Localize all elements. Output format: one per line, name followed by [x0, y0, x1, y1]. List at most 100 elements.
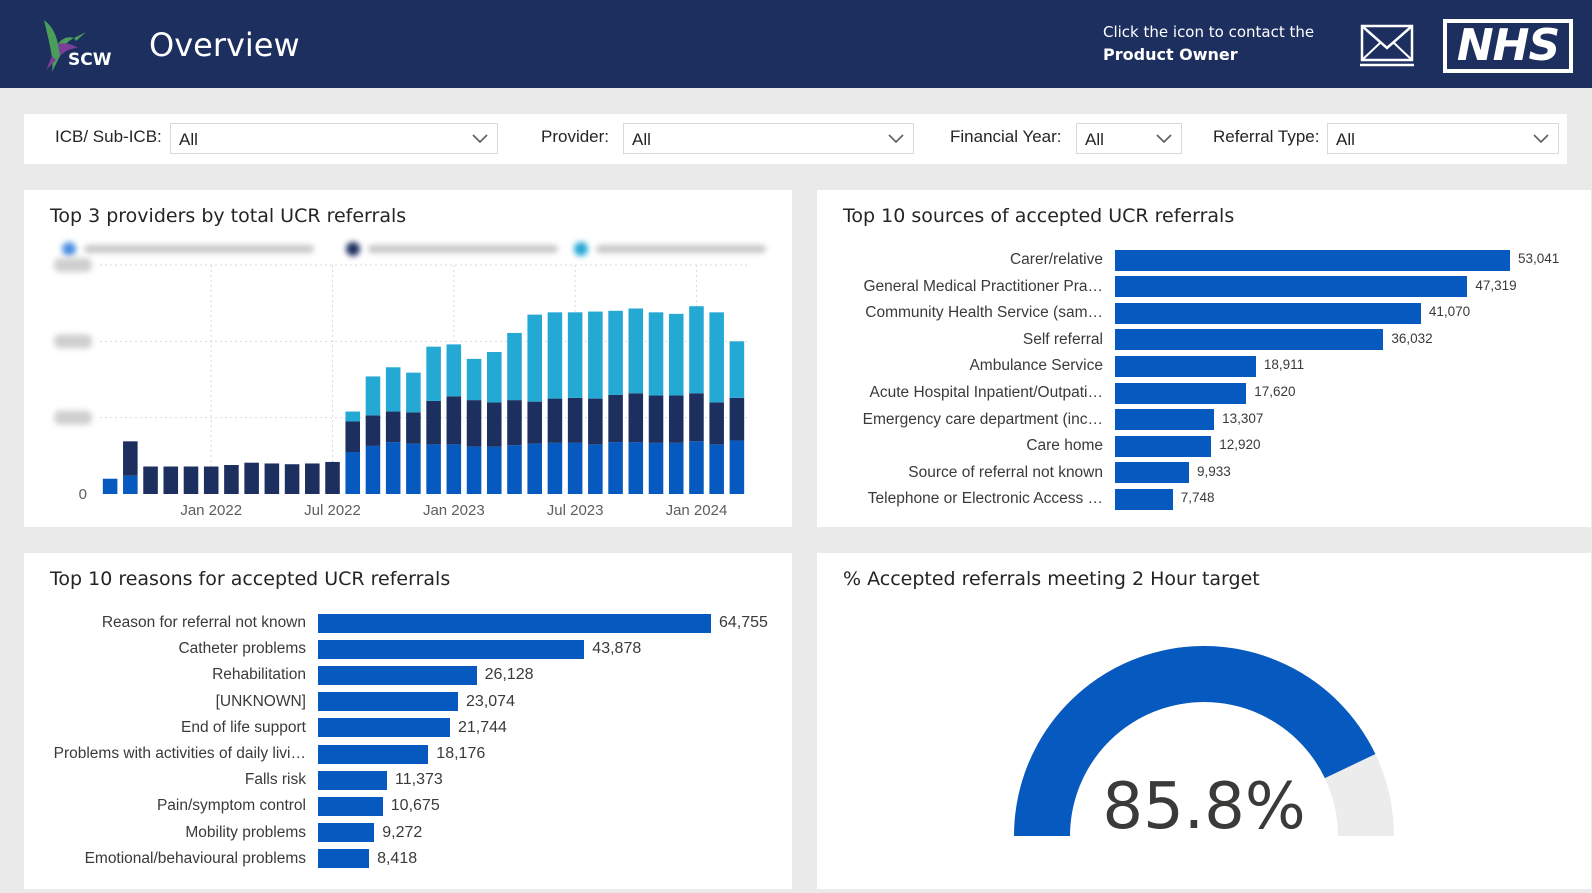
bar[interactable] — [318, 770, 388, 790]
bar[interactable] — [318, 796, 383, 816]
column-bar-segment[interactable] — [406, 372, 421, 413]
envelope-icon[interactable] — [1360, 22, 1414, 68]
column-bar-segment[interactable] — [123, 475, 138, 494]
column-bar-segment[interactable] — [426, 400, 441, 445]
column-bar-segment[interactable] — [486, 352, 502, 403]
bar[interactable] — [1115, 249, 1510, 271]
column-bar-segment[interactable] — [345, 411, 361, 422]
column-bar-segment[interactable] — [203, 466, 219, 494]
column-bar-segment[interactable] — [426, 444, 441, 494]
bar[interactable] — [1115, 302, 1421, 324]
column-bar-segment[interactable] — [689, 306, 704, 394]
column-bar-segment[interactable] — [345, 421, 361, 453]
column-bar-segment[interactable] — [668, 313, 684, 396]
column-bar-segment[interactable] — [406, 443, 421, 494]
column-bar-segment[interactable] — [689, 441, 704, 494]
financial-year-filter-dropdown[interactable]: All — [1076, 123, 1182, 154]
bar[interactable] — [1115, 409, 1215, 431]
provider-filter-dropdown[interactable]: All — [623, 123, 914, 154]
column-bar-segment[interactable] — [567, 397, 583, 443]
column-bar-segment[interactable] — [729, 440, 745, 494]
column-bar-segment[interactable] — [668, 395, 684, 443]
bar[interactable] — [318, 744, 429, 764]
bar[interactable] — [1115, 435, 1212, 457]
bar[interactable] — [318, 718, 450, 738]
column-bar-segment[interactable] — [507, 332, 522, 401]
column-bar-segment[interactable] — [527, 443, 542, 494]
column-bar-segment[interactable] — [608, 310, 623, 395]
referral-type-filter-dropdown[interactable]: All — [1327, 123, 1559, 154]
column-bar-segment[interactable] — [648, 395, 664, 443]
column-bar-segment[interactable] — [446, 444, 462, 494]
bar-category-label: Rehabilitation — [212, 666, 306, 684]
column-bar-segment[interactable] — [507, 445, 522, 494]
column-bar-segment[interactable] — [527, 401, 542, 444]
bar[interactable] — [1115, 488, 1173, 510]
column-bar-segment[interactable] — [466, 358, 482, 401]
bar[interactable] — [318, 823, 375, 843]
column-bar-segment[interactable] — [628, 442, 644, 494]
bar[interactable] — [318, 849, 370, 869]
column-bar-segment[interactable] — [729, 341, 745, 398]
column-bar-segment[interactable] — [224, 464, 239, 494]
column-bar-segment[interactable] — [446, 396, 462, 445]
column-bar-segment[interactable] — [567, 312, 583, 398]
column-bar-segment[interactable] — [547, 398, 563, 443]
bar[interactable] — [318, 613, 711, 633]
column-bar-segment[interactable] — [123, 441, 138, 476]
column-bar-segment[interactable] — [507, 400, 522, 446]
column-bar-segment[interactable] — [102, 478, 118, 494]
column-bar-segment[interactable] — [628, 393, 644, 443]
column-bar-segment[interactable] — [183, 466, 199, 494]
column-bar-segment[interactable] — [648, 312, 664, 396]
column-bar-segment[interactable] — [567, 442, 583, 494]
column-bar-segment[interactable] — [426, 346, 441, 401]
column-bar-segment[interactable] — [648, 442, 664, 494]
bar[interactable] — [318, 665, 477, 685]
column-bar-segment[interactable] — [486, 446, 502, 494]
column-bar-segment[interactable] — [547, 312, 563, 399]
column-bar-segment[interactable] — [365, 415, 381, 446]
column-bar-segment[interactable] — [709, 444, 724, 494]
column-bar-segment[interactable] — [163, 466, 179, 494]
column-bar-segment[interactable] — [365, 445, 381, 494]
column-bar-segment[interactable] — [143, 466, 158, 494]
column-bar-segment[interactable] — [588, 398, 603, 445]
column-bar-segment[interactable] — [668, 442, 684, 494]
column-bar-segment[interactable] — [547, 442, 563, 494]
column-bar-segment[interactable] — [466, 400, 482, 447]
column-bar-segment[interactable] — [588, 444, 603, 494]
column-bar-segment[interactable] — [729, 397, 745, 441]
column-bar-segment[interactable] — [406, 412, 421, 444]
bar-value-label: 9,933 — [1196, 463, 1231, 479]
bar[interactable] — [318, 692, 459, 712]
column-bar-segment[interactable] — [284, 464, 300, 494]
column-bar-segment[interactable] — [446, 344, 462, 397]
bar[interactable] — [1115, 355, 1256, 377]
icb-filter-dropdown[interactable]: All — [170, 123, 498, 154]
column-bar-segment[interactable] — [628, 308, 644, 394]
column-bar-segment[interactable] — [588, 311, 603, 399]
bar[interactable] — [318, 639, 585, 659]
column-bar-segment[interactable] — [689, 393, 704, 442]
bar[interactable] — [1115, 329, 1384, 351]
column-bar-segment[interactable] — [385, 411, 401, 443]
column-bar-segment[interactable] — [486, 402, 502, 447]
bar[interactable] — [1115, 382, 1247, 404]
bar[interactable] — [1115, 276, 1468, 298]
column-bar-segment[interactable] — [345, 452, 361, 494]
bar[interactable] — [1115, 462, 1189, 484]
column-bar-segment[interactable] — [608, 394, 623, 443]
column-bar-segment[interactable] — [466, 446, 482, 494]
column-bar-segment[interactable] — [608, 442, 623, 494]
column-bar-segment[interactable] — [709, 402, 724, 445]
column-bar-segment[interactable] — [264, 463, 280, 494]
column-bar-segment[interactable] — [385, 367, 401, 412]
column-bar-segment[interactable] — [305, 463, 320, 494]
column-bar-segment[interactable] — [709, 312, 724, 403]
column-bar-segment[interactable] — [527, 314, 542, 402]
column-bar-segment[interactable] — [365, 376, 381, 416]
column-bar-segment[interactable] — [385, 442, 401, 494]
column-bar-segment[interactable] — [244, 462, 259, 494]
column-bar-segment[interactable] — [325, 461, 340, 494]
